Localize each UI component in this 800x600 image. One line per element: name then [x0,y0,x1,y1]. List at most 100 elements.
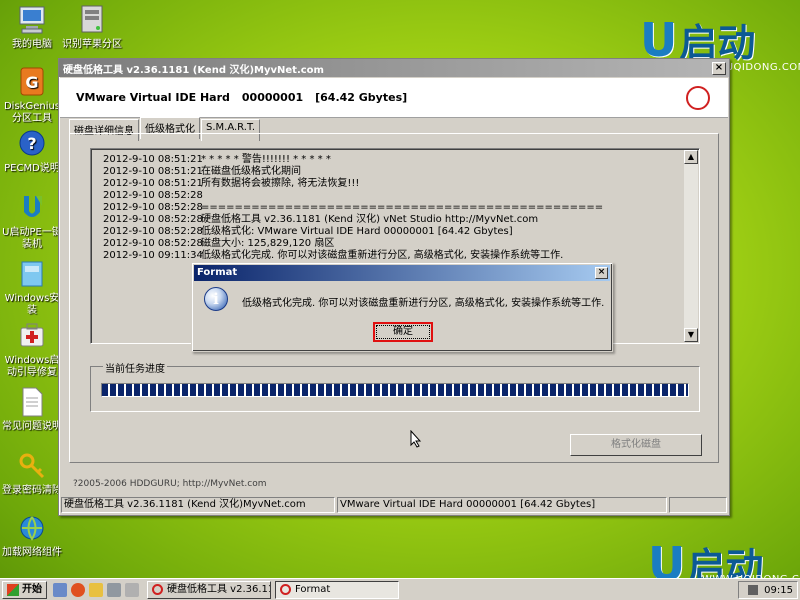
log-timestamp: 2012-9-10 09:11:34 [103,250,203,261]
info-icon: i [204,287,228,311]
windows-install-icon [16,258,48,290]
desktop-icon-label: 加载网络组件 [2,547,62,558]
progress-fill [102,384,688,396]
network-icon [16,512,48,544]
u-logo-icon [16,192,48,224]
drive-model: VMware Virtual IDE Hard [76,91,230,104]
desktop-icon-label: Windows安装 [4,293,60,316]
log-message: * * * * * 警告!!!!!!! * * * * * [201,154,331,165]
log-timestamp: 2012-9-10 08:52:28 [103,190,203,201]
log-timestamp: 2012-9-10 08:51:21 [103,154,203,165]
log-message: 低级格式化: VMware Virtual IDE Hard 00000001 … [201,226,513,237]
folder-icon[interactable] [89,582,103,597]
hddguru-logo-icon [686,86,710,110]
start-logo-icon [7,583,19,596]
log-timestamp: 2012-9-10 08:52:28 [103,226,203,237]
drive-serial: 00000001 [241,91,304,104]
status-app: 硬盘低格工具 v2.36.1181 (Kend 汉化)MyvNet.com [61,497,335,513]
hddguru-icon [280,584,291,595]
window-title: 硬盘低格工具 v2.36.1181 (Kend 汉化)MyvNet.com [63,64,324,76]
desktop-icon-boot-repair[interactable]: Windows启动引导修复 [0,320,64,379]
log-line: 2012-9-10 08:52:28======================… [103,202,603,214]
quick-launch [53,582,143,597]
desktop-icon-network[interactable]: 加载网络组件 [0,512,64,559]
desktop-icon-label: 我的电脑 [12,39,52,50]
drive-size: [64.42 Gbytes] [315,91,408,104]
clock: 09:15 [764,584,793,596]
desktop-icon-label: 登录密码清除 [2,485,62,496]
drive-icon[interactable] [125,582,139,597]
log-message: 在磁盘低级格式化期间 [201,166,301,177]
desktop-icon-label: Windows启动引导修复 [4,355,60,378]
copyright-text: ?2005-2006 HDDGURU; http://MyvNet.com [73,479,267,489]
progress-label: 当前任务进度 [103,360,167,375]
window-close-button[interactable]: × [712,61,726,75]
computer-icon [16,4,48,36]
key-icon [16,450,48,482]
task-label: Format [295,583,331,595]
disk-icon[interactable] [107,582,121,597]
taskbar: 开始 硬盘低格工具 v2.36.11... Format 09:15 [0,578,800,600]
desktop-icon-apple-partition[interactable]: 识别苹果分区 [60,4,124,51]
log-line: 2012-9-10 08:52:28硬盘低格工具 v2.36.1181 (Ken… [103,214,603,226]
dialog-close-button[interactable]: × [595,267,608,279]
log-line: 2012-9-10 09:11:34低级格式化完成. 你可以对该磁盘重新进行分区… [103,250,603,262]
format-dialog: Format × i 低级格式化完成. 你可以对该磁盘重新进行分区, 高级格式化… [191,262,613,352]
hddguru-icon [152,584,163,595]
hddguru-icon[interactable] [71,582,85,597]
desktop-icon-faq[interactable]: 常见问题说明 [0,386,64,433]
u-logo-icon: U [640,12,678,67]
drive-icon [76,4,108,36]
log-line: 2012-9-10 08:52:28磁盘大小: 125,829,120 扇区 [103,238,603,250]
desktop-icon-label: 识别苹果分区 [62,39,122,50]
dialog-titlebar[interactable]: Format × [194,265,610,281]
desktop-icon-diskgenius[interactable]: G DiskGenius分区工具 [0,66,64,125]
log-lines: 2012-9-10 08:51:21* * * * * 警告!!!!!!! * … [103,154,603,262]
desktop-icon-label: DiskGenius分区工具 [3,101,61,124]
status-bar: 硬盘低格工具 v2.36.1181 (Kend 汉化)MyvNet.com VM… [61,497,727,513]
start-button[interactable]: 开始 [2,580,47,599]
log-line: 2012-9-10 08:52:28 [103,190,603,202]
desktop-icon-windows-install[interactable]: Windows安装 [0,258,64,317]
diskgenius-icon: G [16,66,48,98]
speaker-icon[interactable] [748,585,759,595]
status-empty [669,497,727,513]
desktop-icon-pecmd-help[interactable]: ? PECMD说明 [0,128,64,175]
help-icon: ? [16,128,48,160]
log-scrollbar[interactable]: ▲ ▼ [684,150,698,342]
log-line: 2012-9-10 08:51:21所有数据将会被擦除, 将无法恢复!!! [103,178,603,190]
desktop-icon-password-clear[interactable]: 登录密码清除 [0,450,64,497]
desktop-icon-one-key-install[interactable]: U启动PE一键装机 [0,192,64,251]
document-icon [16,386,48,418]
log-message: 磁盘大小: 125,829,120 扇区 [201,238,335,249]
svg-text:?: ? [27,134,36,153]
scroll-down-icon[interactable]: ▼ [684,328,698,342]
log-message: 硬盘低格工具 v2.36.1181 (Kend 汉化) vNet Studio … [201,214,539,225]
status-drive: VMware Virtual IDE Hard 00000001 [64.42 … [337,497,667,513]
repair-icon [16,320,48,352]
ok-button[interactable]: 确定 [373,322,433,342]
progress-group: 当前任务进度 [90,360,700,412]
log-timestamp: 2012-9-10 08:52:28 [103,202,203,213]
task-button-format[interactable]: Format [275,580,399,599]
task-label: 硬盘低格工具 v2.36.11... [167,583,270,595]
start-label: 开始 [22,583,42,595]
system-tray: 09:15 [738,581,798,599]
log-timestamp: 2012-9-10 08:51:21 [103,178,203,189]
explorer-icon[interactable] [53,582,67,597]
desktop-icon-my-computer[interactable]: 我的电脑 [0,4,64,51]
drive-header: VMware Virtual IDE Hard 00000001 [64.42 … [60,78,728,118]
log-line: 2012-9-10 08:51:21在磁盘低级格式化期间 [103,166,603,178]
scroll-up-icon[interactable]: ▲ [684,150,698,164]
dialog-message: 低级格式化完成. 你可以对该磁盘重新进行分区, 高级格式化, 安装操作系统等工作… [242,298,605,309]
log-timestamp: 2012-9-10 08:52:28 [103,238,203,249]
format-disk-button[interactable]: 格式化磁盘 [570,434,702,456]
log-timestamp: 2012-9-10 08:51:21 [103,166,203,177]
task-button-low-format[interactable]: 硬盘低格工具 v2.36.11... [147,580,271,599]
window-titlebar[interactable]: 硬盘低格工具 v2.36.1181 (Kend 汉化)MyvNet.com × [59,59,729,77]
log-message: 所有数据将会被擦除, 将无法恢复!!! [201,178,360,189]
progress-bar [101,383,689,397]
dialog-title: Format [197,267,238,278]
log-message: ========================================… [201,202,604,213]
log-message: 低级格式化完成. 你可以对该磁盘重新进行分区, 高级格式化, 安装操作系统等工作… [201,250,564,261]
